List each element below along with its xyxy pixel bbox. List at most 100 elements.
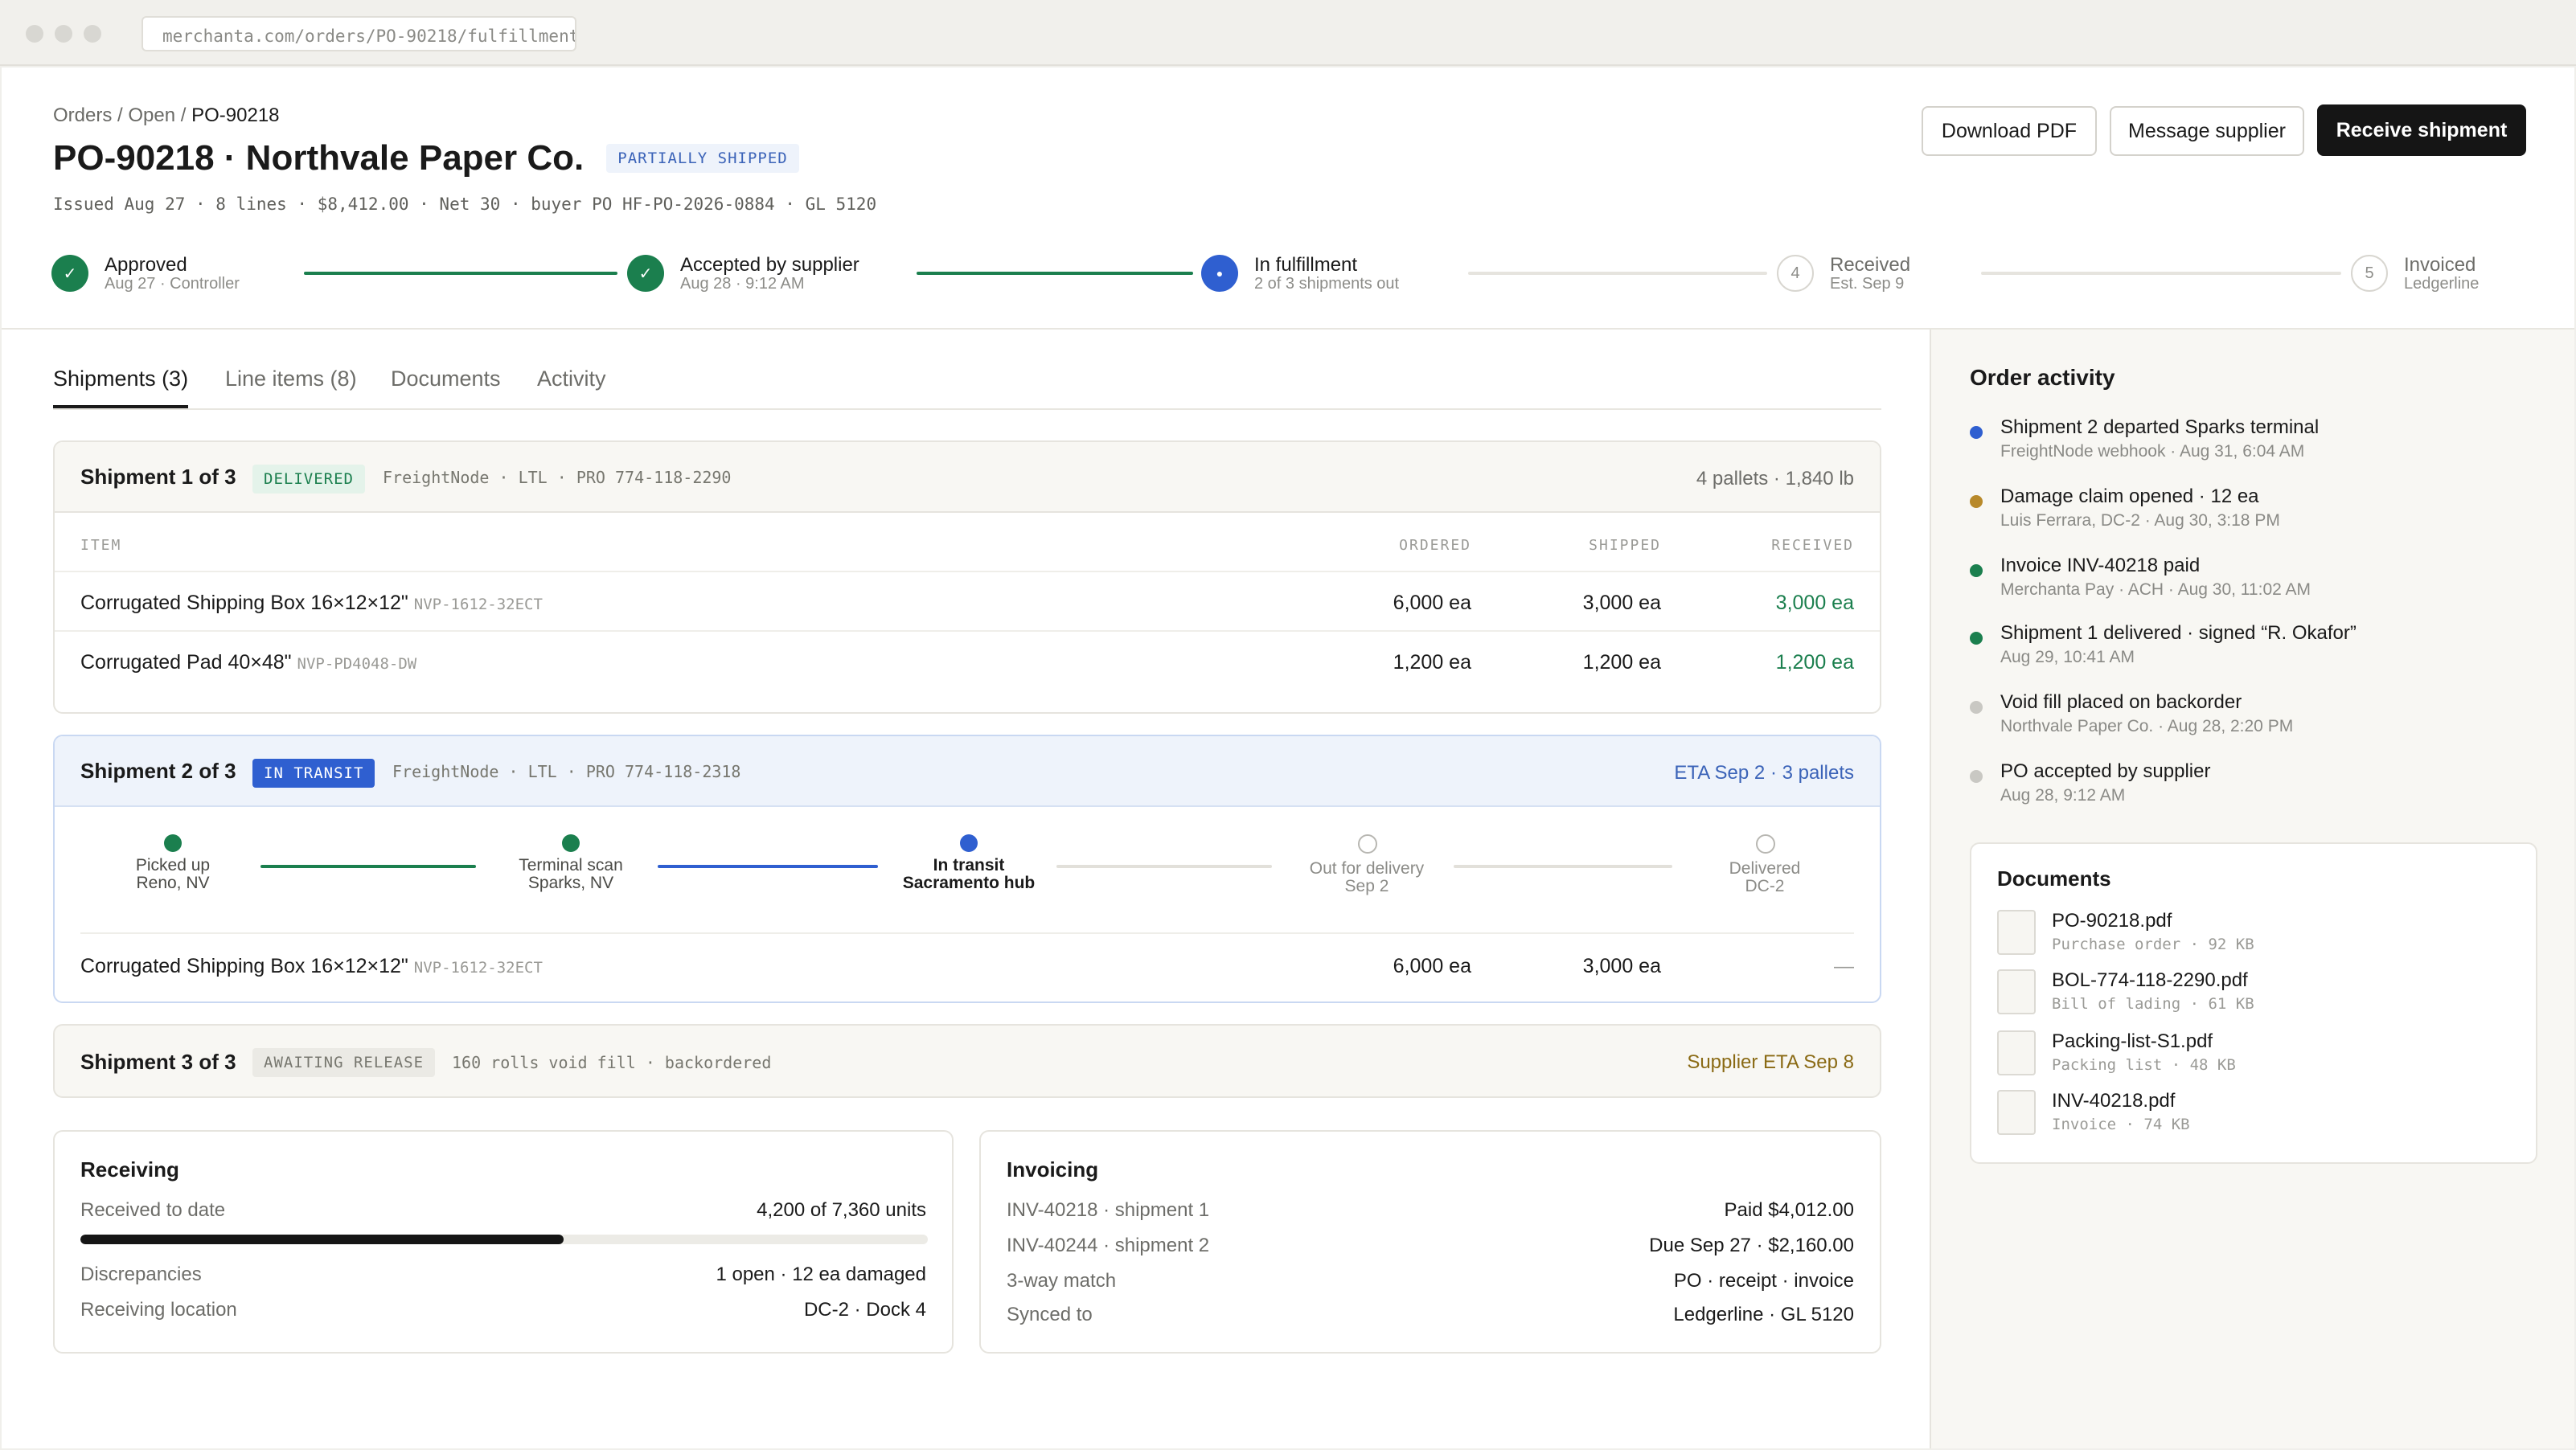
documents-title: Documents	[1997, 866, 2111, 891]
document-meta: Bill of lading · 61 KB	[2052, 995, 2254, 1013]
received-to-date-label: Received to date	[80, 1199, 226, 1221]
step-connector	[304, 272, 617, 275]
activity-title-text: Void fill placed on backorder	[2000, 691, 2242, 713]
document-name[interactable]: BOL-774-118-2290.pdf	[2052, 969, 2248, 992]
pdf-file-icon	[1997, 1090, 2036, 1135]
activity-dot	[1970, 495, 1983, 508]
delivered-badge: DELIVERED	[252, 465, 365, 494]
step-check-icon: ✓	[51, 255, 88, 292]
activity-title-text: Invoice INV-40218 paid	[2000, 555, 2201, 576]
message-supplier-button[interactable]: Message supplier	[2110, 106, 2304, 156]
activity-sub: Merchanta Pay · ACH · Aug 30, 11:02 AM	[2000, 580, 2311, 599]
invoicing-card: Invoicing INV-40218 · shipment 1 Paid $4…	[979, 1130, 1881, 1354]
document-name[interactable]: INV-40218.pdf	[2052, 1090, 2175, 1112]
breadcrumb-open[interactable]: Open	[128, 104, 175, 126]
shipped-qty: 3,000 ea	[1582, 592, 1661, 614]
window-close-dot[interactable]	[26, 25, 43, 43]
receiving-progress-bar	[80, 1235, 928, 1244]
table-row[interactable]: Corrugated Shipping Box 16×12×12" NVP-16…	[80, 955, 543, 978]
download-pdf-button[interactable]: Download PDF	[1922, 106, 2097, 156]
shipment-card: Shipment 1 of 3 DELIVERED FreightNode · …	[53, 440, 1881, 714]
track-label: Terminal scan Sparks, NV	[519, 856, 623, 892]
receiving-card: Receiving Received to date 4,200 of 7,36…	[53, 1130, 954, 1354]
browser-window: merchanta.com/orders/PO-90218/fulfillmen…	[0, 0, 2576, 1450]
invoice-label[interactable]: INV-40244 · shipment 2	[1007, 1235, 1209, 1257]
location-value: DC-2 · Dock 4	[803, 1299, 926, 1321]
step-sub: 2 of 3 shipments out	[1254, 275, 1400, 293]
invoice-status: Paid $4,012.00	[1724, 1199, 1854, 1221]
document-meta: Packing list · 48 KB	[2052, 1056, 2236, 1074]
breadcrumb-orders[interactable]: Orders	[53, 104, 112, 126]
track-label: Delivered DC-2	[1729, 859, 1801, 895]
track-label: Picked up Reno, NV	[135, 856, 211, 892]
step-current-icon: ●	[1201, 255, 1238, 292]
step-sub: Aug 28 · 9:12 AM	[680, 275, 805, 293]
col-ordered: ORDERED	[1399, 537, 1471, 554]
tab-documents[interactable]: Documents	[391, 367, 501, 391]
activity-dot	[1970, 426, 1983, 439]
step-number-icon: 4	[1777, 255, 1814, 292]
location-label: Receiving location	[80, 1299, 237, 1321]
activity-dot	[1970, 632, 1983, 645]
table-row[interactable]: Corrugated Pad 40×48" NVP-PD4048-DW	[80, 651, 416, 674]
address-bar[interactable]: merchanta.com/orders/PO-90218/fulfillmen…	[142, 16, 576, 51]
synced-label: Synced to	[1007, 1304, 1093, 1325]
document-meta: Purchase order · 92 KB	[2052, 936, 2254, 953]
shipment-title: Shipment 3 of 3	[80, 1050, 236, 1074]
step-title: Received	[1830, 254, 1911, 276]
awaiting-release-badge: AWAITING RELEASE	[252, 1048, 436, 1077]
item-name: Corrugated Shipping Box 16×12×12"	[80, 955, 408, 977]
ordered-qty: 6,000 ea	[1393, 592, 1471, 614]
tab-line-items[interactable]: Line items (8)	[225, 367, 357, 391]
discrepancies-label: Discrepancies	[80, 1264, 202, 1285]
window-minimize-dot[interactable]	[55, 25, 72, 43]
track-point	[562, 834, 580, 852]
invoice-label[interactable]: INV-40218 · shipment 1	[1007, 1199, 1209, 1222]
activity-sub: FreightNode webhook · Aug 31, 6:04 AM	[2000, 442, 2305, 461]
activity-dot	[1970, 770, 1983, 783]
discrepancies-value[interactable]: 1 open · 12 ea damaged	[716, 1264, 926, 1286]
step-connector	[917, 272, 1193, 275]
document-name[interactable]: PO-90218.pdf	[2052, 910, 2172, 932]
step-title: Accepted by supplier	[680, 254, 859, 276]
shipment-title: Shipment 1 of 3	[80, 465, 236, 489]
match-label: 3-way match	[1007, 1270, 1117, 1292]
step-title: Invoiced	[2404, 254, 2476, 276]
step-connector	[1468, 272, 1767, 275]
order-meta: Issued Aug 27 · 8 lines · $8,412.00 · Ne…	[53, 195, 877, 214]
tab-activity[interactable]: Activity	[537, 367, 606, 391]
activity-title-text: PO accepted by supplier	[2000, 760, 2211, 782]
received-to-date-value: 4,200 of 7,360 units	[757, 1199, 926, 1221]
carrier-info: FreightNode · LTL · PRO 774-118-2290	[383, 468, 732, 487]
step-sub: Aug 27 · Controller	[105, 275, 240, 293]
page-title-row: PO-90218 · Northvale Paper Co. PARTIALLY…	[53, 138, 799, 178]
activity-dot	[1970, 564, 1983, 577]
shipment-summary: 4 pallets · 1,840 lb	[1696, 468, 1854, 489]
activity-sub: Aug 28, 9:12 AM	[2000, 786, 2126, 805]
status-badge: PARTIALLY SHIPPED	[606, 144, 799, 173]
breadcrumb: Orders / Open / PO-90218	[53, 104, 280, 126]
invoice-status: Due Sep 27 · $2,160.00	[1649, 1235, 1854, 1256]
shipment-card[interactable]: Shipment 3 of 3 AWAITING RELEASE 160 rol…	[53, 1024, 1881, 1098]
tab-shipments[interactable]: Shipments (3)	[53, 367, 188, 391]
in-transit-badge: IN TRANSIT	[252, 759, 375, 788]
window-maximize-dot[interactable]	[84, 25, 101, 43]
shipped-qty: 3,000 ea	[1582, 955, 1661, 977]
track-point	[164, 834, 182, 852]
document-name[interactable]: Packing-list-S1.pdf	[2052, 1030, 2213, 1053]
received-qty: 1,200 ea	[1775, 651, 1854, 674]
receive-shipment-button[interactable]: Receive shipment	[2317, 104, 2526, 156]
receiving-title: Receiving	[80, 1157, 179, 1182]
item-sku: NVP-PD4048-DW	[297, 655, 417, 673]
carrier-info: FreightNode · LTL · PRO 774-118-2318	[392, 762, 741, 781]
page-title: PO-90218 · Northvale Paper Co.	[53, 138, 585, 178]
table-row[interactable]: Corrugated Shipping Box 16×12×12" NVP-16…	[80, 592, 543, 615]
step-title: In fulfillment	[1254, 254, 1358, 276]
activity-title: Order activity	[1970, 365, 2115, 390]
tabs-divider	[53, 408, 1881, 410]
shipment-summary: Supplier ETA Sep 8	[1687, 1051, 1854, 1073]
track-point	[1358, 834, 1377, 854]
track-connector	[260, 865, 476, 868]
track-point	[1756, 834, 1775, 854]
shipment-note: 160 rolls void fill · backordered	[452, 1053, 772, 1072]
